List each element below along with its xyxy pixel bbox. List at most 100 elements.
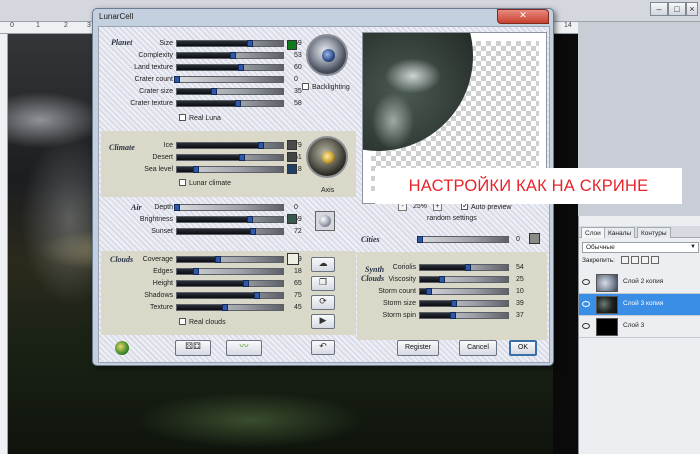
close-button[interactable]: ✕: [497, 9, 549, 24]
backlighting-checkbox[interactable]: Backlighting: [302, 83, 350, 92]
minimize-icon[interactable]: –: [650, 2, 668, 16]
slider-thumb[interactable]: [425, 288, 432, 295]
slider-label: Crater count: [134, 76, 173, 83]
slider-thumb[interactable]: [449, 312, 456, 319]
slider-track[interactable]: [176, 280, 284, 287]
slider-thumb[interactable]: [250, 228, 257, 235]
slider-thumb[interactable]: [230, 52, 237, 59]
slider-thumb[interactable]: [247, 40, 254, 47]
play-button[interactable]: ▶: [311, 314, 335, 329]
presets-button[interactable]: 〰: [226, 340, 262, 356]
sea-color-swatch[interactable]: [287, 164, 297, 174]
slider-thumb[interactable]: [211, 88, 218, 95]
slider-track[interactable]: [174, 204, 284, 211]
layer-row[interactable]: Слой 3 копия: [579, 294, 700, 316]
lock-position-icon[interactable]: [641, 256, 649, 264]
slider-thumb[interactable]: [193, 166, 200, 173]
slider-thumb[interactable]: [242, 280, 249, 287]
ice-color-swatch[interactable]: [287, 140, 297, 150]
blend-mode-select[interactable]: Обычные ▼: [582, 242, 699, 253]
cloud-color-swatch[interactable]: [287, 253, 299, 265]
city-color-swatch[interactable]: [529, 233, 540, 244]
planet-color-swatch[interactable]: [287, 40, 297, 50]
slider-thumb[interactable]: [174, 204, 180, 211]
eye-icon[interactable]: [582, 323, 590, 329]
slider-thumb[interactable]: [193, 268, 200, 275]
register-button[interactable]: Register: [397, 340, 439, 356]
tab-channels[interactable]: Каналы: [604, 227, 636, 238]
slider-thumb[interactable]: [237, 64, 244, 71]
slider-track[interactable]: [176, 166, 284, 173]
planet-light-sphere[interactable]: [306, 34, 348, 76]
slider-track[interactable]: [176, 256, 284, 263]
lock-transparency-icon[interactable]: [621, 256, 629, 264]
slider-thumb[interactable]: [417, 236, 423, 243]
slider-thumb[interactable]: [464, 264, 471, 271]
undo-button[interactable]: ↶: [311, 340, 335, 355]
checkbox-box[interactable]: [179, 179, 186, 186]
slider-thumb[interactable]: [257, 142, 264, 149]
slider-track[interactable]: [419, 276, 509, 283]
air-title: Air: [131, 203, 142, 212]
real-luna-checkbox[interactable]: Real Luna: [179, 114, 221, 123]
eye-icon[interactable]: [582, 279, 590, 285]
slider-track[interactable]: [176, 40, 284, 47]
slider-track[interactable]: [419, 300, 509, 307]
random-planet-button[interactable]: ⚄⚃: [175, 340, 211, 356]
slider-thumb[interactable]: [247, 216, 254, 223]
slider-thumb[interactable]: [253, 292, 260, 299]
slider-track[interactable]: [176, 154, 284, 161]
slider-track[interactable]: [176, 216, 284, 223]
slider-track[interactable]: [419, 264, 509, 271]
layer-row[interactable]: Слой 3: [579, 316, 700, 338]
slider-value: 35: [294, 88, 302, 95]
slider-track[interactable]: [176, 268, 284, 275]
slider-thumb[interactable]: [215, 256, 222, 263]
ok-button[interactable]: OK: [509, 340, 537, 356]
cancel-button[interactable]: Cancel: [459, 340, 497, 356]
slider-track[interactable]: [419, 312, 509, 319]
eye-icon[interactable]: [582, 301, 590, 307]
restore-icon[interactable]: □: [668, 2, 686, 16]
slider-track[interactable]: [417, 236, 509, 243]
tab-paths[interactable]: Контуры: [637, 227, 671, 238]
slider-thumb[interactable]: [174, 76, 180, 83]
layer-row[interactable]: Слой 2 копия: [579, 272, 700, 294]
lock-pixels-icon[interactable]: [631, 256, 639, 264]
slider-track[interactable]: [419, 288, 509, 295]
slider-thumb[interactable]: [439, 276, 445, 283]
copy-button[interactable]: ❐: [311, 276, 335, 291]
slider-track[interactable]: [176, 292, 284, 299]
slider-track[interactable]: [176, 142, 284, 149]
slider-track[interactable]: [176, 52, 284, 59]
lunar-climate-checkbox[interactable]: Lunar climate: [179, 179, 231, 188]
checkbox-box[interactable]: [179, 114, 186, 121]
slider-track[interactable]: [176, 304, 284, 311]
checkbox-box[interactable]: [179, 318, 186, 325]
checkbox-box[interactable]: [461, 201, 469, 210]
desert-color-swatch[interactable]: [287, 152, 297, 162]
tab-layers[interactable]: Слои: [581, 227, 605, 238]
slider-thumb[interactable]: [235, 100, 242, 107]
axis-sphere[interactable]: [306, 136, 348, 178]
auto-preview-checkbox[interactable]: Auto preview: [461, 201, 511, 212]
slider-thumb[interactable]: [451, 300, 458, 307]
random-settings-link[interactable]: random settings: [427, 215, 477, 222]
cloud-button[interactable]: ☁: [311, 257, 335, 272]
air-color-swatch[interactable]: [287, 214, 297, 224]
slider-value: 75: [294, 292, 302, 299]
slider-thumb[interactable]: [238, 154, 245, 161]
slider-track[interactable]: [176, 100, 284, 107]
checkbox-box[interactable]: [302, 83, 309, 90]
slider-track[interactable]: [174, 76, 284, 83]
slider-thumb[interactable]: [221, 304, 228, 311]
moon-preset-button[interactable]: [315, 211, 335, 231]
real-clouds-checkbox[interactable]: Real clouds: [179, 318, 226, 327]
slider-track[interactable]: [176, 64, 284, 71]
close-icon[interactable]: ×: [686, 2, 698, 16]
slider-track[interactable]: [176, 228, 284, 235]
rotate-button[interactable]: ⟳: [311, 295, 335, 310]
slider-value: 60: [294, 64, 302, 71]
slider-track[interactable]: [176, 88, 284, 95]
lock-all-icon[interactable]: [651, 256, 659, 264]
